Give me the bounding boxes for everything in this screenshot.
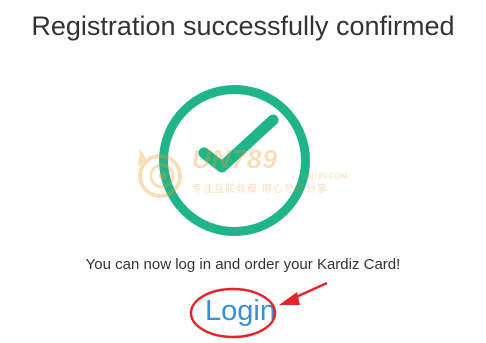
check-circle-icon bbox=[157, 83, 312, 238]
annotation-arrowhead-icon bbox=[279, 292, 300, 305]
page-title: Registration successfully confirmed bbox=[31, 11, 455, 41]
annotation-arrow-line bbox=[284, 281, 328, 304]
login-link[interactable]: Login bbox=[205, 294, 276, 328]
registration-confirmed-page: { "page": { "title": "Registration succe… bbox=[0, 0, 486, 343]
confirmation-message: You can now log in and order your Kardiz… bbox=[85, 256, 401, 273]
